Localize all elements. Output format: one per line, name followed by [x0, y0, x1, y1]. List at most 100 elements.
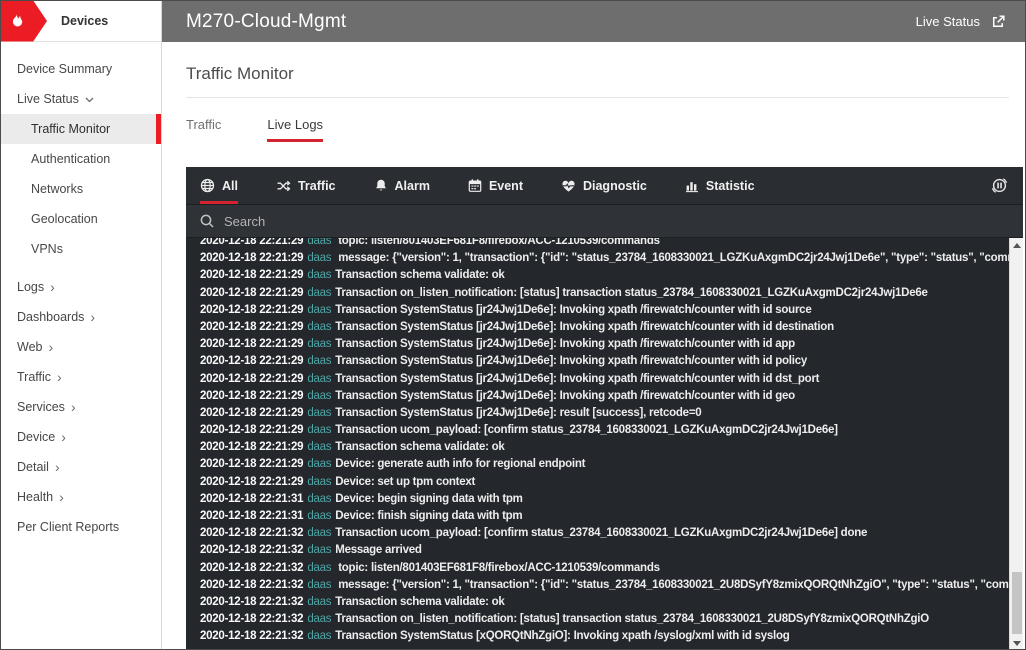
- log-row: 2020-12-18 22:21:29daasTransaction Syste…: [200, 388, 1009, 405]
- log-source: daas: [307, 321, 331, 333]
- chevron-right-icon: ›: [48, 332, 53, 362]
- log-viewport: 2020-12-18 22:21:29daas topic: listen/80…: [186, 238, 1023, 650]
- tab-live-logs[interactable]: Live Logs: [267, 117, 323, 142]
- sidebar-item-device[interactable]: Device›: [1, 422, 161, 452]
- filter-tab-diagnostic[interactable]: Diagnostic: [561, 167, 647, 204]
- log-row: 2020-12-18 22:21:31daasDevice: begin sig…: [200, 491, 1009, 508]
- sidebar-item-live-status[interactable]: Live Status: [1, 84, 161, 114]
- sidebar-item-web[interactable]: Web›: [1, 332, 161, 362]
- live-status-link[interactable]: Live Status: [916, 13, 1007, 30]
- heart-pulse-icon: [561, 179, 576, 193]
- chevron-right-icon: ›: [61, 422, 66, 452]
- filter-tab-traffic[interactable]: Traffic: [276, 167, 336, 204]
- filter-tab-alarm[interactable]: Alarm: [374, 167, 430, 204]
- filter-tab-all[interactable]: All: [200, 167, 238, 204]
- vertical-scrollbar-thumb[interactable]: [1012, 572, 1022, 634]
- log-message: Transaction SystemStatus [jr24Jwj1De6e]:…: [335, 390, 795, 402]
- log-timestamp: 2020-12-18 22:21:29: [200, 390, 303, 402]
- log-timestamp: 2020-12-18 22:21:29: [200, 287, 303, 299]
- log-source: daas: [307, 373, 331, 385]
- search-icon: [199, 213, 215, 229]
- log-row: 2020-12-18 22:21:29daasTransaction Syste…: [200, 336, 1009, 353]
- sidebar-item-per-client-reports[interactable]: Per Client Reports: [1, 512, 161, 542]
- log-source: daas: [307, 596, 331, 608]
- external-link-icon: [990, 13, 1007, 30]
- filter-label: Statistic: [706, 179, 755, 193]
- log-row: 2020-12-18 22:21:32 daas message: {"versi…: [200, 577, 1009, 594]
- chevron-right-icon: ›: [57, 362, 62, 392]
- sidebar-item-device-summary[interactable]: Device Summary: [1, 54, 161, 84]
- chevron-right-icon: ›: [71, 392, 76, 422]
- scroll-up-button[interactable]: [1010, 238, 1023, 252]
- log-message: Transaction schema validate: ok: [335, 269, 504, 281]
- log-row: 2020-12-18 22:21:29daasTransaction Syste…: [200, 302, 1009, 319]
- log-timestamp: 2020-12-18 22:21:32: [200, 579, 303, 591]
- brand-pennant: [1, 1, 47, 42]
- log-message: message: {"version": 1, "transaction": {…: [335, 579, 1009, 591]
- log-row: 2020-12-18 22:21:29daasTransaction schem…: [200, 267, 1009, 284]
- sidebar-item-authentication[interactable]: Authentication: [1, 144, 161, 174]
- vertical-scrollbar[interactable]: [1009, 238, 1023, 650]
- log-timestamp: 2020-12-18 22:21:29: [200, 355, 303, 367]
- log-message: Transaction schema validate: ok: [335, 596, 504, 608]
- filter-tab-event[interactable]: Event: [468, 167, 523, 204]
- log-timestamp: 2020-12-18 22:21:29: [200, 476, 303, 488]
- log-timestamp: 2020-12-18 22:21:32: [200, 544, 303, 556]
- chevron-right-icon: ›: [59, 482, 64, 512]
- sidebar-item-traffic-monitor[interactable]: Traffic Monitor: [1, 114, 161, 144]
- chevron-right-icon: ›: [90, 302, 95, 332]
- log-timestamp: 2020-12-18 22:21:29: [200, 238, 303, 247]
- search-input[interactable]: [224, 214, 1010, 229]
- device-title: M270-Cloud-Mgmt: [186, 11, 346, 33]
- tab-traffic[interactable]: Traffic: [186, 117, 221, 142]
- log-message: Device: begin signing data with tpm: [335, 493, 522, 505]
- log-source: daas: [307, 630, 331, 642]
- scroll-down-button[interactable]: [1010, 636, 1023, 650]
- sidebar-item-health[interactable]: Health›: [1, 482, 161, 512]
- sidebar-item-detail[interactable]: Detail›: [1, 452, 161, 482]
- log-row: 2020-12-18 22:21:32daasTransaction on_li…: [200, 611, 1009, 628]
- log-filter-toolbar: All Traffic: [186, 167, 1023, 205]
- sidebar-item-geolocation[interactable]: Geolocation: [1, 204, 161, 234]
- log-message: Device: finish signing data with tpm: [335, 510, 522, 522]
- calendar-icon: [468, 178, 482, 193]
- log-source: daas: [307, 441, 331, 453]
- content: Traffic Monitor Traffic Live Logs All: [162, 42, 1025, 649]
- log-timestamp: 2020-12-18 22:21:32: [200, 630, 303, 642]
- log-message: Transaction on_listen_notification: [sta…: [335, 287, 927, 299]
- log-timestamp: 2020-12-18 22:21:29: [200, 338, 303, 350]
- sidebar-item-logs[interactable]: Logs›: [1, 272, 161, 302]
- log-source: daas: [307, 338, 331, 350]
- log-row: 2020-12-18 22:21:32daasTransaction schem…: [200, 594, 1009, 611]
- log-row: 2020-12-18 22:21:29daasTransaction on_li…: [200, 285, 1009, 302]
- log-source: daas: [307, 269, 331, 281]
- log-source: daas: [307, 458, 331, 470]
- main-area: M270-Cloud-Mgmt Live Status Traffic Moni…: [162, 1, 1025, 649]
- pause-live-button[interactable]: [990, 167, 1009, 204]
- sidebar-item-dashboards[interactable]: Dashboards›: [1, 302, 161, 332]
- brand-row: Devices: [1, 1, 161, 42]
- log-row: 2020-12-18 22:21:29daasTransaction Syste…: [200, 319, 1009, 336]
- log-source: daas: [307, 510, 331, 522]
- log-message: Transaction on_listen_notification: [sta…: [335, 613, 929, 625]
- sidebar-item-services[interactable]: Services›: [1, 392, 161, 422]
- sidebar-item-networks[interactable]: Networks: [1, 174, 161, 204]
- log-row: 2020-12-18 22:21:31daasDevice: finish si…: [200, 508, 1009, 525]
- log-timestamp: 2020-12-18 22:21:32: [200, 562, 303, 574]
- sidebar-item-traffic[interactable]: Traffic›: [1, 362, 161, 392]
- log-source: daas: [307, 613, 331, 625]
- log-source: daas: [307, 579, 331, 591]
- log-source: daas: [307, 407, 331, 419]
- log-timestamp: 2020-12-18 22:21:29: [200, 458, 303, 470]
- log-message: Transaction SystemStatus [jr24Jwj1De6e]:…: [335, 355, 807, 367]
- pause-live-icon: [990, 176, 1009, 195]
- log-row: 2020-12-18 22:21:29daasDevice: set up tp…: [200, 474, 1009, 491]
- log-row: 2020-12-18 22:21:29daasTransaction schem…: [200, 439, 1009, 456]
- filter-tab-statistic[interactable]: Statistic: [685, 167, 755, 204]
- bar-chart-icon: [685, 179, 699, 193]
- filter-label: Event: [489, 179, 523, 193]
- filter-label: All: [222, 179, 238, 193]
- sidebar-item-vpns[interactable]: VPNs: [1, 234, 161, 264]
- filter-label: Diagnostic: [583, 179, 647, 193]
- log-message: Transaction schema validate: ok: [335, 441, 504, 453]
